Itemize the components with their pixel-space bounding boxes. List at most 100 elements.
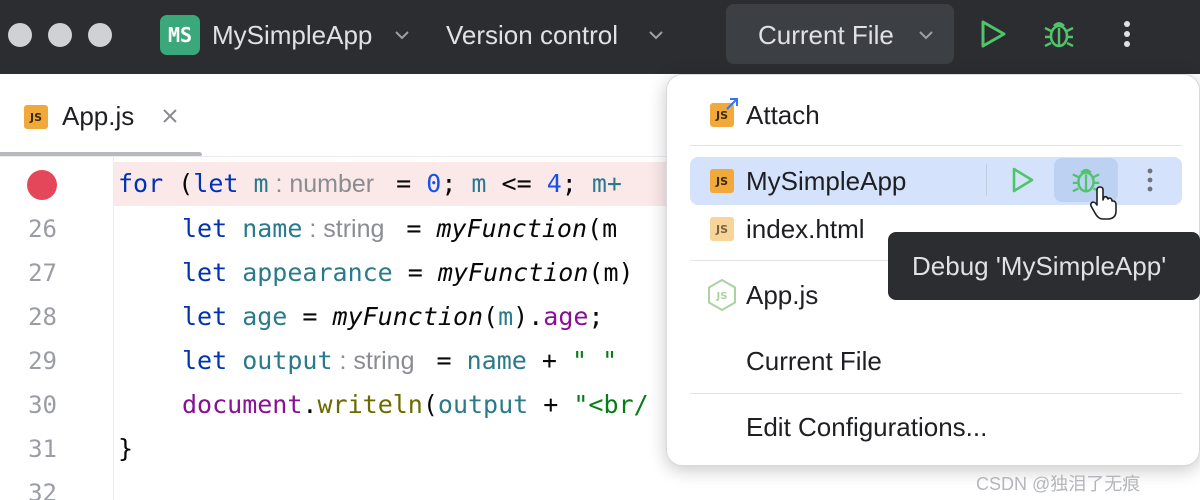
line-number: 28 bbox=[28, 303, 57, 331]
code-token: let bbox=[182, 302, 228, 331]
window-close-button[interactable] bbox=[8, 23, 32, 47]
breakpoint-icon[interactable] bbox=[27, 170, 57, 200]
code-token: "<br/ bbox=[573, 390, 649, 419]
window-minimize-button[interactable] bbox=[48, 23, 72, 47]
chevron-down-icon bbox=[649, 31, 663, 40]
code-line[interactable]: document.writeln(output + "<br/ bbox=[182, 383, 649, 427]
code-token: (m) bbox=[588, 258, 634, 287]
run-icon[interactable] bbox=[976, 17, 1010, 51]
close-icon[interactable] bbox=[160, 106, 180, 126]
line-number: 29 bbox=[28, 347, 57, 375]
nodejs-icon: JS bbox=[708, 278, 736, 312]
type-hint: : string bbox=[332, 347, 422, 375]
code-token: m bbox=[498, 302, 514, 331]
code-line[interactable]: } bbox=[118, 427, 133, 471]
javascript-file-icon: JS bbox=[710, 169, 734, 193]
menu-item-label: Attach bbox=[746, 100, 820, 130]
menu-item-label: Current File bbox=[746, 346, 882, 376]
code-token: appearance bbox=[227, 258, 393, 287]
window-zoom-button[interactable] bbox=[88, 23, 112, 47]
code-token: " " bbox=[571, 346, 618, 375]
code-token: = bbox=[287, 302, 333, 331]
version-control-dropdown[interactable]: Version control bbox=[446, 20, 618, 50]
line-number: 30 bbox=[28, 391, 57, 419]
code-token: ( bbox=[483, 302, 499, 331]
code-token: . bbox=[302, 390, 318, 419]
run-config-label: Current File bbox=[758, 20, 894, 50]
debug-tooltip: Debug 'MySimpleApp' bbox=[888, 232, 1200, 300]
type-hint: : number bbox=[268, 170, 382, 198]
code-token: myFunction bbox=[437, 258, 589, 287]
code-token: m+ bbox=[591, 169, 622, 198]
menu-item-label: MySimpleApp bbox=[746, 166, 907, 196]
code-token: } bbox=[118, 434, 134, 463]
code-token: 4 bbox=[546, 169, 562, 198]
code-token: document bbox=[182, 390, 303, 419]
code-token: + bbox=[526, 346, 572, 375]
code-line[interactable]: for (let m : number = 0; m <= 4; m+ bbox=[118, 162, 622, 206]
menu-item-label: App.js bbox=[746, 280, 819, 310]
menu-item-label: Edit Configurations... bbox=[746, 412, 988, 442]
code-token: m bbox=[471, 169, 487, 198]
code-token: + bbox=[528, 390, 574, 419]
code-token: = bbox=[392, 258, 438, 287]
code-token: ). bbox=[513, 302, 544, 331]
code-token: writeln bbox=[317, 390, 423, 419]
code-token: = bbox=[381, 169, 427, 198]
code-token: name bbox=[466, 346, 527, 375]
code-token: let bbox=[182, 258, 228, 287]
code-line[interactable]: let age = myFunction(m).age; bbox=[182, 295, 604, 339]
line-number: 27 bbox=[28, 259, 57, 287]
line-number: 26 bbox=[28, 215, 57, 243]
code-token: ( bbox=[163, 169, 194, 198]
javascript-file-icon: JS bbox=[710, 217, 734, 241]
debug-icon[interactable] bbox=[1042, 17, 1076, 51]
code-token: age bbox=[543, 302, 589, 331]
code-token: for bbox=[118, 169, 164, 198]
run-mysimpleapp-button[interactable] bbox=[1004, 158, 1040, 202]
menu-separator bbox=[690, 393, 1182, 394]
project-name-dropdown[interactable]: MySimpleApp bbox=[212, 20, 372, 50]
tab-app-js[interactable]: App.js bbox=[62, 101, 134, 132]
code-token: ; bbox=[561, 169, 592, 198]
code-token: name bbox=[227, 214, 303, 243]
line-number: 32 bbox=[28, 479, 57, 500]
code-token: 0 bbox=[426, 169, 442, 198]
project-badge[interactable]: MS bbox=[160, 15, 200, 55]
code-token: let bbox=[193, 169, 239, 198]
code-token: age bbox=[227, 302, 288, 331]
code-token: m bbox=[238, 169, 269, 198]
code-line[interactable]: let appearance = myFunction(m) bbox=[182, 251, 634, 295]
code-line[interactable]: let output : string = name + " " bbox=[182, 339, 617, 383]
code-line[interactable]: let name : string = myFunction(m bbox=[182, 207, 617, 251]
code-token: let bbox=[182, 214, 228, 243]
code-token: ; bbox=[441, 169, 472, 198]
arrow-up-right-icon bbox=[726, 98, 738, 110]
code-token: myFunction bbox=[332, 302, 484, 331]
code-token: = bbox=[421, 346, 467, 375]
code-token: myFunction bbox=[436, 214, 588, 243]
chevron-down-icon bbox=[395, 31, 409, 40]
more-options-button[interactable] bbox=[1132, 158, 1168, 202]
svg-text:JS: JS bbox=[716, 291, 728, 302]
menu-separator bbox=[690, 145, 1182, 146]
action-separator bbox=[986, 164, 987, 196]
run-icon bbox=[1012, 167, 1034, 193]
type-hint: : string bbox=[302, 215, 392, 243]
menu-item-label: index.html bbox=[746, 214, 865, 244]
code-token: output bbox=[227, 346, 333, 375]
code-token: = bbox=[391, 214, 437, 243]
code-token: (m bbox=[587, 214, 618, 243]
code-token: ( bbox=[422, 390, 438, 419]
code-token: output bbox=[437, 390, 529, 419]
code-token: <= bbox=[486, 169, 547, 198]
watermark: CSDN @独泪了无痕 bbox=[976, 474, 1141, 494]
more-vertical-icon bbox=[1147, 168, 1153, 192]
more-vertical-icon[interactable] bbox=[1110, 17, 1144, 51]
code-token: let bbox=[182, 346, 228, 375]
chevron-down-icon bbox=[919, 31, 933, 40]
line-number: 31 bbox=[28, 435, 57, 463]
gutter-separator bbox=[113, 157, 114, 500]
code-token: ; bbox=[588, 302, 604, 331]
javascript-file-icon: JS bbox=[24, 105, 48, 129]
